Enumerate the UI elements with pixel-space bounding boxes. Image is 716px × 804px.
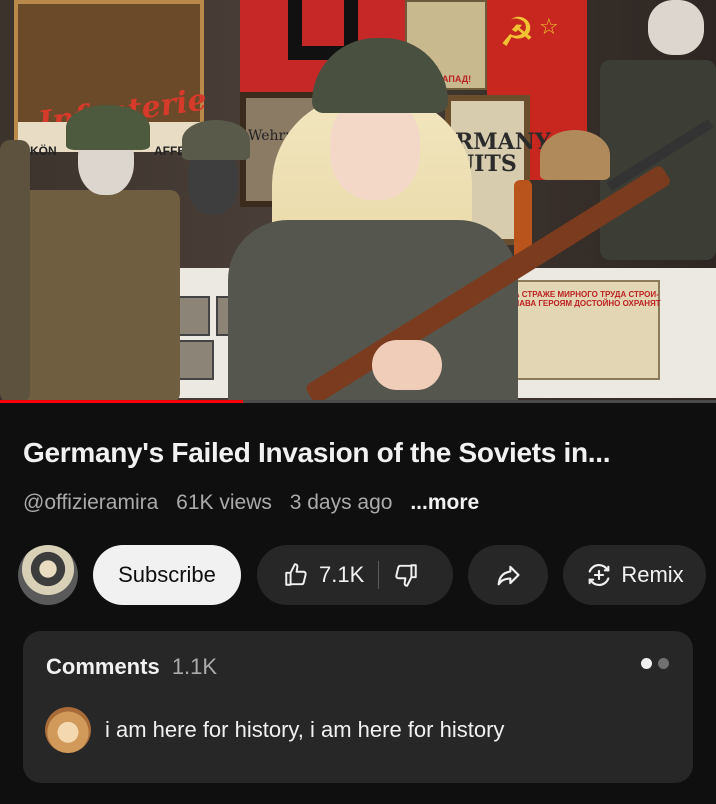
commenter-avatar bbox=[45, 707, 91, 753]
upload-age: 3 days ago bbox=[289, 491, 393, 514]
progress-bar[interactable] bbox=[0, 400, 716, 403]
channel-avatar[interactable] bbox=[18, 545, 78, 605]
cap-middle bbox=[182, 120, 250, 160]
progress-fill bbox=[0, 400, 244, 403]
star-icon: ☆ bbox=[539, 14, 559, 39]
view-count: 61K views bbox=[176, 491, 272, 514]
share-button[interactable] bbox=[468, 545, 548, 605]
comments-count: 1.1K bbox=[171, 654, 218, 679]
carousel-dot-active bbox=[641, 658, 652, 669]
presenter-uniform bbox=[228, 220, 518, 403]
hammer-sickle-icon: ☭ bbox=[499, 11, 535, 55]
remix-icon bbox=[585, 561, 613, 589]
cap-right bbox=[540, 130, 610, 180]
subscribe-button[interactable]: Subscribe bbox=[93, 545, 241, 605]
more-link[interactable]: ...more bbox=[410, 491, 479, 514]
comments-header: Comments 1.1K bbox=[46, 654, 217, 680]
like-dislike-group: 7.1K bbox=[257, 545, 453, 605]
video-title[interactable]: Germany's Failed Invasion of the Soviets… bbox=[23, 437, 703, 469]
top-comment-text: i am here for history, i am here for his… bbox=[105, 717, 505, 742]
video-player[interactable]: Infanterie KÖN AFFE НА ЗАПАД! ☭ ☆ Wehrma… bbox=[0, 0, 716, 403]
thumbs-down-icon[interactable] bbox=[393, 562, 419, 588]
poster-small-text: KÖN bbox=[30, 144, 57, 158]
comments-card[interactable]: Comments 1.1K i am here for history, i a… bbox=[23, 631, 693, 783]
mannequin-edge bbox=[0, 140, 30, 403]
channel-handle[interactable]: @offizieramira bbox=[23, 491, 158, 514]
poster-small-text-2: AFFE bbox=[154, 144, 186, 158]
presenter-hand bbox=[372, 340, 442, 390]
remix-button[interactable]: Remix bbox=[563, 545, 706, 605]
carousel-dot bbox=[658, 658, 669, 669]
poster-right: НА СТРАЖЕ МИРНОГО ТРУДА СТРОИ- СЛАВА ГЕР… bbox=[500, 280, 661, 380]
mannequin-left bbox=[20, 190, 180, 403]
thumbs-up-icon[interactable] bbox=[283, 562, 309, 588]
remix-label: Remix bbox=[621, 562, 684, 587]
like-count[interactable]: 7.1K bbox=[319, 562, 364, 588]
poster-right-text: НА СТРАЖЕ МИРНОГО ТРУДА СТРОИ- СЛАВА ГЕР… bbox=[508, 290, 661, 308]
helmet-left bbox=[66, 105, 150, 150]
mannequin-head-right bbox=[648, 0, 704, 55]
carousel-dots bbox=[641, 658, 669, 669]
like-separator bbox=[378, 561, 380, 589]
comments-label: Comments bbox=[46, 654, 160, 679]
share-icon bbox=[494, 561, 522, 589]
video-meta: @offizieramira 61K views 3 days ago ...m… bbox=[23, 491, 479, 515]
